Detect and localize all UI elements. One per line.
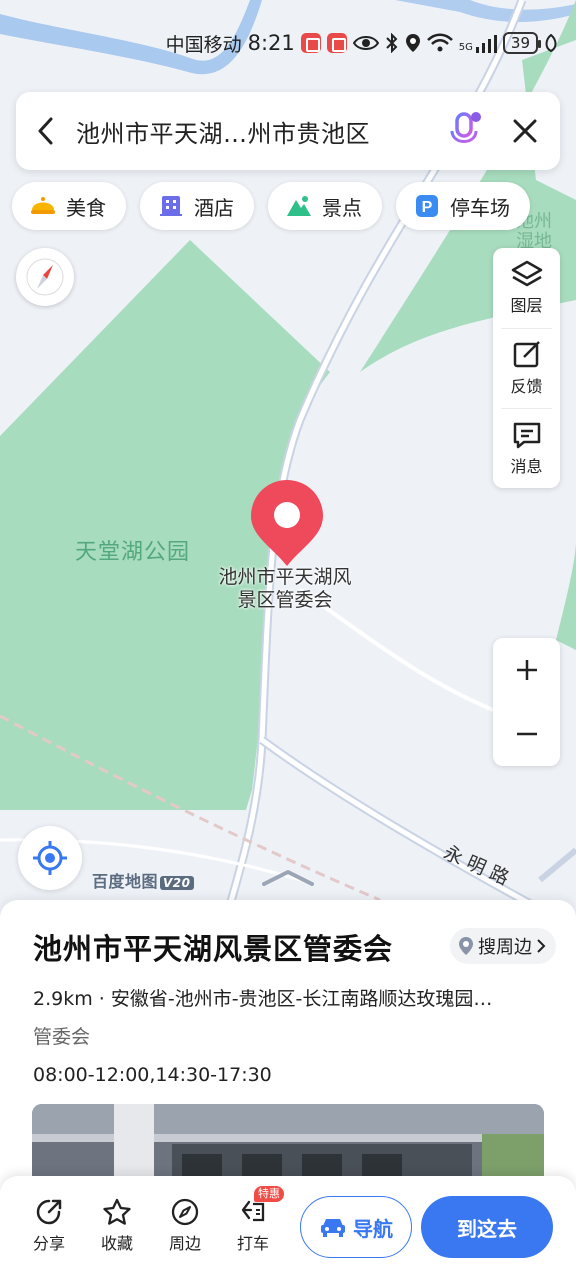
navigate-label: 导航 bbox=[353, 1216, 393, 1241]
share-label: 分享 bbox=[32, 1234, 65, 1253]
poi-map-label[interactable]: 池州市平天湖风 景区管委会 bbox=[200, 566, 370, 612]
chip-hotel[interactable]: 酒店 bbox=[140, 182, 254, 230]
chip-hotel-label: 酒店 bbox=[194, 195, 234, 220]
layers-icon bbox=[511, 260, 542, 287]
messages-button[interactable]: 消息 bbox=[501, 408, 552, 488]
park-label[interactable]: 天堂湖公园 bbox=[75, 534, 190, 566]
voice-search-icon[interactable] bbox=[440, 92, 490, 170]
leaf-icon bbox=[545, 34, 557, 52]
app-notification-icon bbox=[300, 33, 321, 53]
clock: 8:21 bbox=[247, 31, 295, 55]
poi-category: 管委会 bbox=[33, 1026, 91, 1048]
carrier-name: 中国移动 bbox=[165, 33, 242, 56]
wifi-icon bbox=[426, 33, 453, 52]
bluetooth-icon bbox=[386, 33, 398, 53]
chip-food[interactable]: 美食 bbox=[12, 182, 126, 230]
sheet-handle-icon[interactable] bbox=[260, 868, 316, 892]
taxi-label: 打车 bbox=[236, 1234, 269, 1253]
hotel-icon bbox=[158, 193, 184, 219]
feedback-icon bbox=[513, 340, 540, 367]
go-here-button[interactable]: 到这去 bbox=[421, 1196, 553, 1258]
search-nearby-label: 搜周边 bbox=[478, 937, 532, 958]
close-icon[interactable] bbox=[490, 92, 560, 170]
favorite-label: 收藏 bbox=[100, 1234, 133, 1253]
back-icon[interactable] bbox=[16, 92, 76, 170]
scenic-icon bbox=[286, 193, 312, 219]
zoom-in-button[interactable] bbox=[493, 638, 560, 702]
poi-title: 池州市平天湖风景区管委会 bbox=[33, 932, 394, 966]
layers-label: 图层 bbox=[510, 296, 543, 315]
app-notification-icon-2 bbox=[326, 33, 347, 53]
car-icon bbox=[321, 1219, 345, 1237]
eye-icon bbox=[352, 36, 379, 50]
chip-parking-label: 停车场 bbox=[450, 195, 510, 220]
feedback-label: 反馈 bbox=[510, 376, 543, 396]
parking-icon: P bbox=[414, 193, 440, 219]
map-logo-version: V20 bbox=[160, 876, 194, 890]
chevron-right-icon bbox=[537, 939, 546, 953]
share-icon bbox=[36, 1199, 62, 1225]
chip-scenic-label: 景点 bbox=[322, 195, 362, 220]
feedback-button[interactable]: 反馈 bbox=[501, 328, 552, 408]
action-bar: 分享 收藏 周边 特惠 打车 导航 到这去 bbox=[0, 1176, 576, 1280]
go-here-label: 到这去 bbox=[457, 1216, 517, 1241]
network-type: 5G bbox=[458, 42, 473, 53]
map-logo: 百度地图 V20 bbox=[92, 868, 194, 892]
share-button[interactable]: 分享 bbox=[24, 1198, 74, 1254]
layers-button[interactable]: 图层 bbox=[493, 248, 560, 328]
poi-map-label-line2: 景区管委会 bbox=[237, 589, 333, 611]
pin-icon bbox=[459, 937, 473, 955]
svg-text:P: P bbox=[422, 199, 433, 216]
chip-parking[interactable]: P 停车场 bbox=[396, 182, 530, 230]
map-tool-panel: 图层 反馈 消息 bbox=[493, 248, 560, 488]
battery-indicator: 39 bbox=[502, 32, 542, 54]
status-bar: 中国移动 8:21 5G 39 bbox=[155, 28, 558, 58]
category-chips: 美食 酒店 景点 P 停车场 bbox=[12, 182, 530, 230]
favorite-button[interactable]: 收藏 bbox=[92, 1198, 142, 1254]
plus-icon bbox=[516, 660, 537, 680]
locate-me-button[interactable] bbox=[18, 826, 82, 890]
poi-hours: 08:00-12:00,14:30-17:30 bbox=[33, 1064, 272, 1086]
location-icon bbox=[405, 34, 420, 52]
chip-scenic[interactable]: 景点 bbox=[268, 182, 382, 230]
crosshair-icon bbox=[33, 841, 67, 875]
signal-icon: 5G bbox=[459, 33, 497, 53]
compass-nearby-icon bbox=[171, 1198, 199, 1226]
taxi-button[interactable]: 特惠 打车 bbox=[228, 1186, 284, 1254]
taxi-icon bbox=[241, 1200, 265, 1222]
nearby-button[interactable]: 周边 bbox=[160, 1198, 210, 1254]
chip-food-label: 美食 bbox=[66, 195, 106, 220]
taxi-badge: 特惠 bbox=[254, 1186, 284, 1202]
poi-address: 2.9km · 安徽省-池州市-贵池区-长江南路顺达玫瑰园… bbox=[33, 988, 493, 1010]
search-nearby-button[interactable]: 搜周边 bbox=[450, 928, 556, 964]
food-icon bbox=[30, 193, 56, 219]
poi-map-label-line1: 池州市平天湖风 bbox=[218, 566, 352, 588]
compass-icon[interactable] bbox=[16, 248, 74, 306]
search-input[interactable]: 池州市平天湖…州市贵池区 bbox=[76, 114, 440, 149]
messages-label: 消息 bbox=[510, 456, 543, 476]
search-bar: 池州市平天湖…州市贵池区 bbox=[16, 92, 560, 170]
navigate-button[interactable]: 导航 bbox=[300, 1196, 412, 1258]
nearby-label: 周边 bbox=[168, 1234, 201, 1253]
minus-icon bbox=[516, 732, 537, 736]
zoom-control bbox=[493, 638, 560, 766]
map-logo-text: 百度地图 bbox=[92, 872, 159, 891]
message-icon bbox=[513, 422, 540, 448]
star-icon bbox=[103, 1198, 131, 1225]
zoom-out-button[interactable] bbox=[493, 702, 560, 766]
